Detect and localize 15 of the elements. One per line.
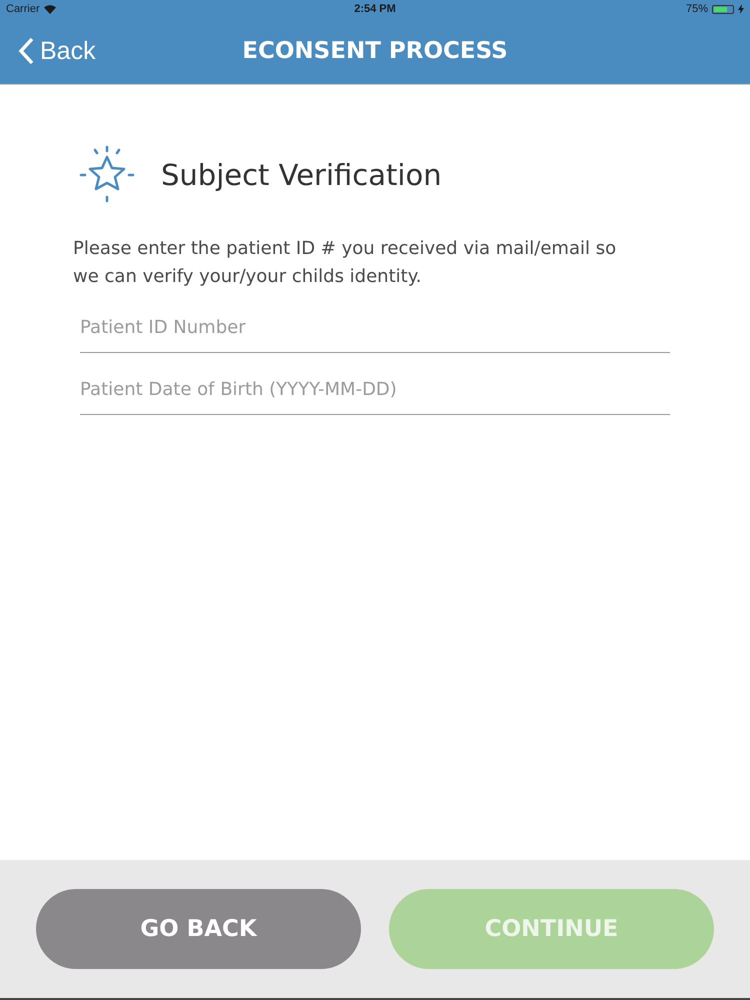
battery-icon: [712, 4, 734, 14]
battery-percent: 75%: [686, 3, 708, 15]
chevron-left-icon: [18, 37, 34, 65]
status-time: 2:54 PM: [354, 3, 396, 15]
wifi-icon: [44, 4, 56, 14]
input-field[interactable]: Patient Date of Birth (YYYY-MM-DD): [80, 353, 670, 415]
screen-title: ECONSENT PROCESS: [242, 38, 508, 64]
section-heading: Subject Verification: [161, 158, 442, 192]
input-field[interactable]: Patient ID Number: [80, 291, 670, 353]
carrier-name: Carrier: [6, 3, 40, 15]
instructions-text: Please enter the patient ID # you received via mail/email so we can verify your/your childs identity.: [73, 237, 618, 289]
charging-icon: [738, 4, 744, 14]
go-back-button[interactable]: GO BACK: [36, 889, 361, 969]
back-button[interactable]: Back: [18, 36, 96, 66]
star-icon: [79, 145, 135, 205]
